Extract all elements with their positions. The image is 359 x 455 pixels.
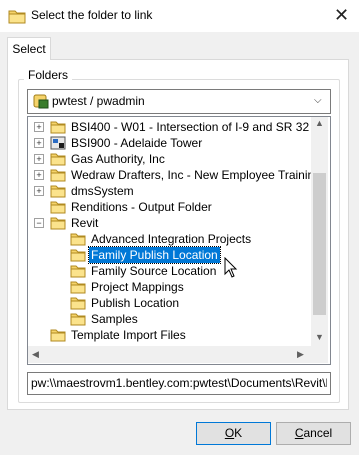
folder-icon (50, 201, 66, 214)
folder-icon (70, 249, 86, 262)
expand-icon[interactable]: + (34, 170, 44, 180)
scroll-down-icon[interactable]: ▼ (315, 332, 324, 342)
expand-icon[interactable]: + (34, 154, 44, 164)
tree-item[interactable]: + dmsSystem (28, 183, 310, 199)
tree-item-label: BSI400 - W01 - Intersection of I-9 and S… (71, 120, 310, 134)
selected-path-value: pw:\\maestrovm1.bentley.com:pwtest\Docum… (31, 376, 327, 390)
ok-button[interactable]: OK (196, 422, 271, 445)
tree-item[interactable]: Advanced Integration Projects (28, 231, 310, 247)
horizontal-scrollbar[interactable] (28, 346, 311, 363)
tree-item-label: Family Source Location (91, 264, 217, 278)
folder-icon (70, 281, 86, 294)
scroll-left-icon[interactable]: ◀ (32, 349, 39, 360)
datasource-value: pwtest / pwadmin (52, 94, 145, 108)
tree-item[interactable]: Renditions - Output Folder (28, 199, 310, 215)
tree-item-label: Gas Authority, Inc (71, 152, 165, 166)
close-button[interactable]: ✕ (334, 5, 349, 25)
tab-select[interactable]: Select (7, 37, 51, 60)
tree-item[interactable]: + BSI900 - Adelaide Tower (28, 135, 310, 151)
tree-item-label: Renditions - Output Folder (71, 200, 212, 214)
scroll-up-icon[interactable]: ▲ (315, 118, 324, 128)
tree-item[interactable]: + BSI400 - W01 - Intersection of I-9 and … (28, 119, 310, 135)
tree-item[interactable]: Project Mappings (28, 279, 310, 295)
tree-item[interactable]: Publish Location (28, 295, 310, 311)
expand-icon[interactable]: + (34, 122, 44, 132)
tree-item-label: Project Mappings (91, 280, 184, 294)
mouse-pointer-icon (224, 257, 238, 278)
tree-item-label: Wedraw Drafters, Inc - New Employee Trai… (71, 168, 315, 182)
tree-item-label: Family Publish Location (88, 246, 221, 264)
tree-item-label: Revit (71, 216, 99, 230)
tree-item-label: BSI900 - Adelaide Tower (71, 136, 203, 150)
scroll-right-icon[interactable]: ▶ (297, 349, 304, 360)
vertical-scroll-thumb[interactable] (313, 173, 326, 315)
collapse-icon[interactable]: − (34, 218, 44, 228)
tree-item[interactable]: + Gas Authority, Inc (28, 151, 310, 167)
folders-group-label: Folders (24, 68, 73, 82)
folder-icon (50, 329, 66, 342)
folder-icon (70, 233, 86, 246)
tree-item-label: Advanced Integration Projects (91, 232, 252, 246)
tree-item[interactable]: + Wedraw Drafters, Inc - New Employee Tra… (28, 167, 314, 183)
chevron-down-icon[interactable]: ⌵ (314, 95, 322, 106)
folder-icon (50, 169, 66, 182)
folder-icon (70, 265, 86, 278)
scrollbar-corner (311, 346, 328, 363)
tree-item[interactable]: Samples (28, 311, 310, 327)
datasource-icon (33, 94, 49, 109)
tree-item[interactable]: Family Source Location (28, 263, 310, 279)
expand-icon[interactable]: + (34, 138, 44, 148)
folder-icon (50, 153, 66, 166)
folder-icon (70, 313, 86, 326)
folder-icon (70, 297, 86, 310)
tree-item-label: dmsSystem (71, 184, 134, 198)
tree-item[interactable]: − Revit (28, 215, 310, 231)
tree-item-label: Publish Location (91, 296, 180, 310)
tree-item[interactable]: Template Import Files (28, 327, 310, 343)
tree-item-label: Samples (91, 312, 138, 326)
tree-item-label: Template Import Files (71, 328, 186, 342)
tree-item[interactable]: Family Publish Location (28, 246, 310, 264)
window-title: Select the folder to link (31, 8, 153, 22)
expand-icon[interactable]: + (34, 186, 44, 196)
folder-icon (8, 10, 26, 24)
cancel-button[interactable]: Cancel (276, 422, 351, 445)
folder-icon (50, 217, 66, 230)
folder-icon (50, 121, 66, 134)
project-icon (50, 136, 66, 150)
folder-icon (50, 185, 66, 198)
